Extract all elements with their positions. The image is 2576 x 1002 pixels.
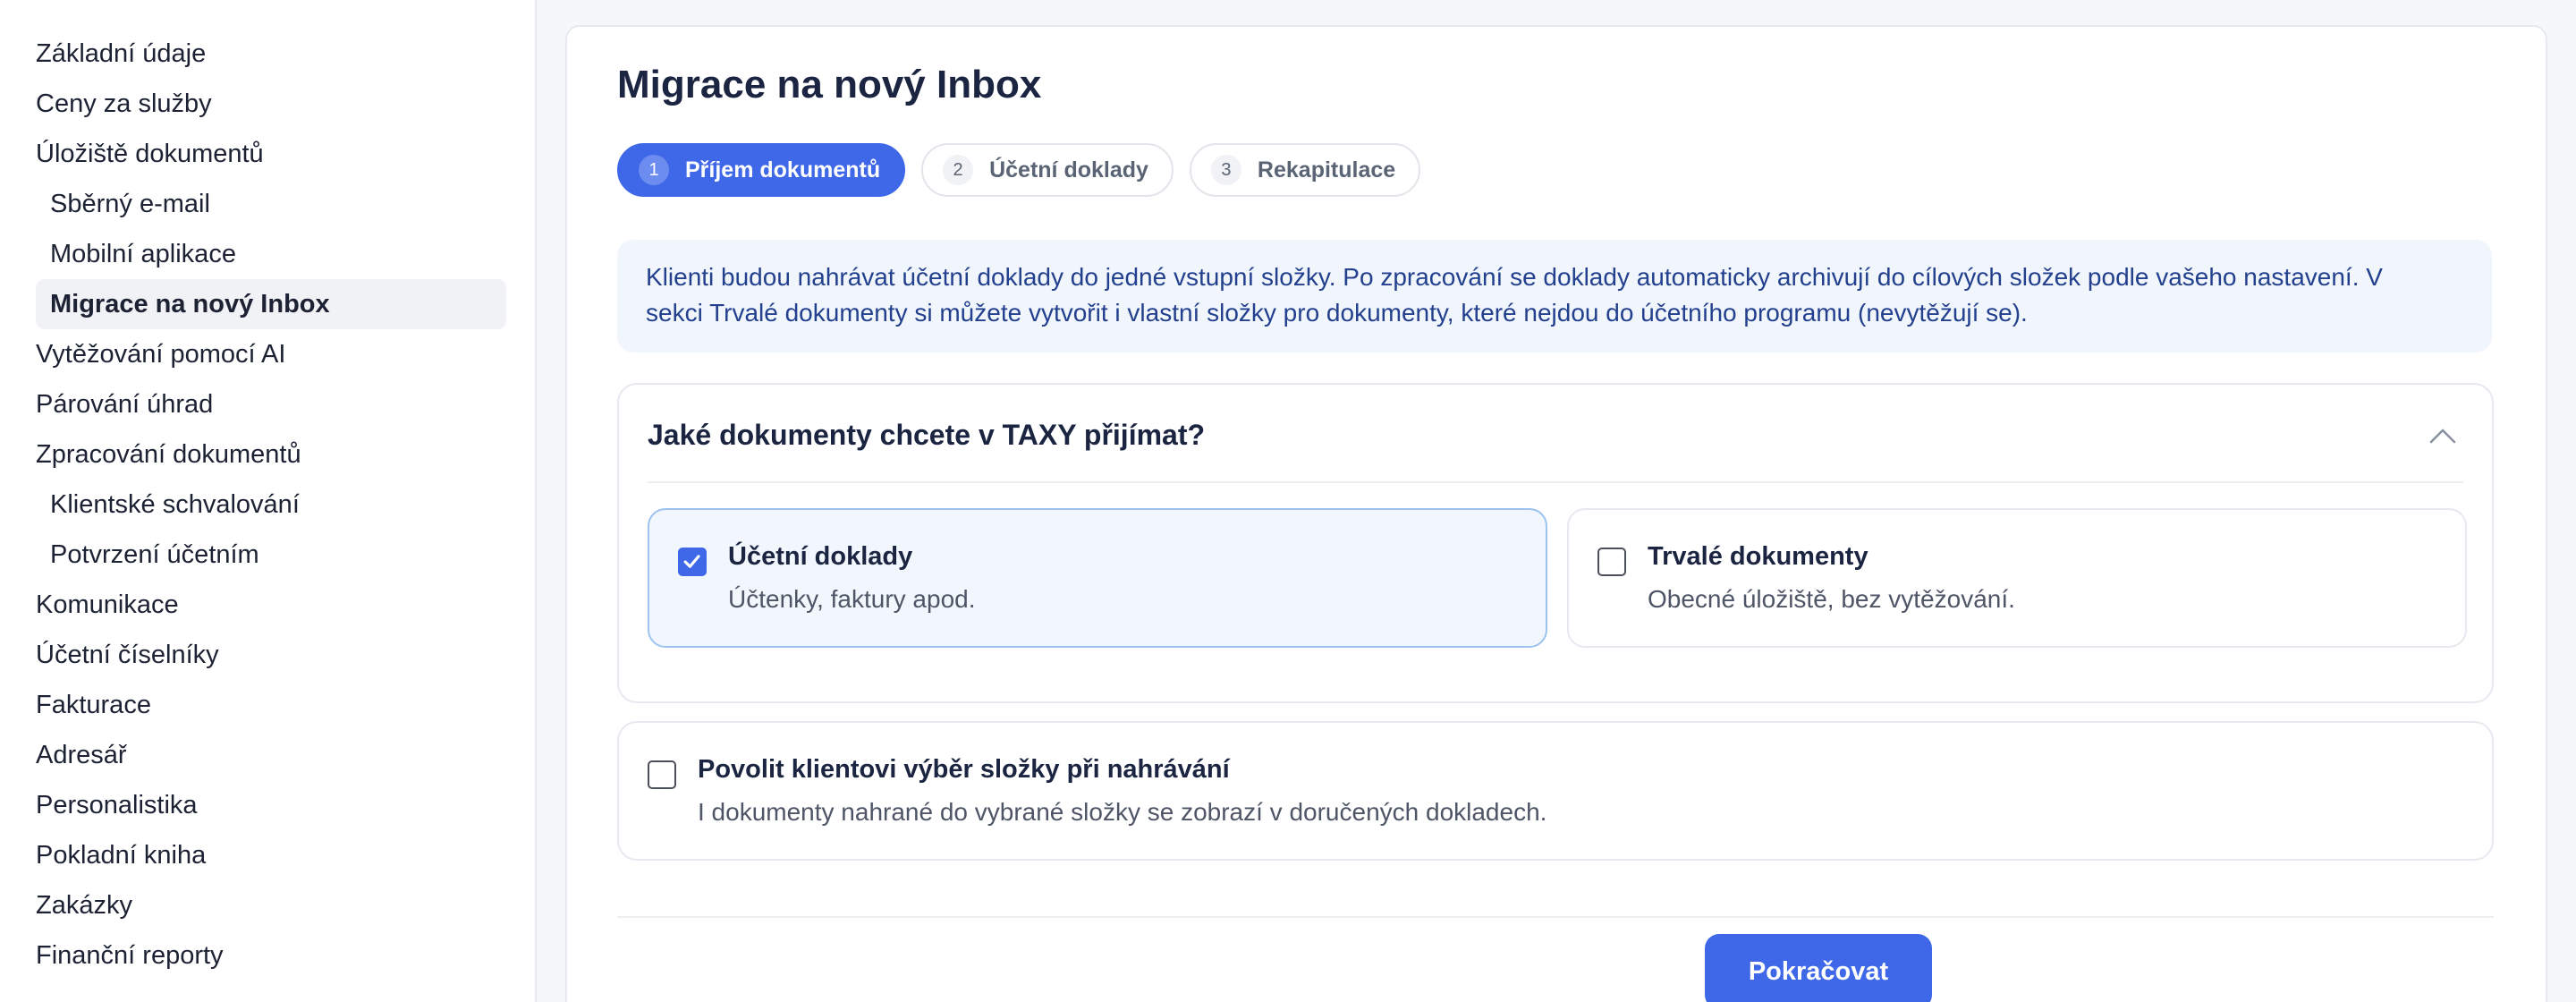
step-label: Příjem dokumentů <box>685 157 881 183</box>
info-text-line: sekci Trvalé dokumenty si můžete vytvoři… <box>646 299 2028 327</box>
step-number: 3 <box>1210 155 1241 185</box>
step-ucetni-doklady[interactable]: 2 Účetní doklady <box>921 143 1174 197</box>
sidebar-item-zpracovani-dokumentu[interactable]: Zpracování dokumentů <box>36 429 506 480</box>
sidebar-item-personalistika[interactable]: Personalistika <box>36 780 506 830</box>
sidebar-item-vytezovani-ai[interactable]: Vytěžování pomocí AI <box>36 329 506 379</box>
sidebar-item-migrace-inbox[interactable]: Migrace na nový Inbox <box>36 279 506 329</box>
sidebar-item-financni-reporty[interactable]: Finanční reporty <box>36 930 506 981</box>
sidebar-item-uloziste-dokumentu[interactable]: Úložiště dokumentů <box>36 129 506 179</box>
step-rekapitulace[interactable]: 3 Rekapitulace <box>1189 143 1421 197</box>
folder-selection-permission: Povolit klientovi výběr složky při nahrá… <box>617 721 2494 861</box>
sidebar-item-ucetni-ciselniky[interactable]: Účetní číselníky <box>36 630 506 680</box>
sidebar-item-fakturace[interactable]: Fakturace <box>36 680 506 730</box>
step-label: Účetní doklady <box>989 157 1148 183</box>
option-description: Účtenky, faktury apod. <box>728 585 976 613</box>
sidebar-item-mobilni-aplikace[interactable]: Mobilní aplikace <box>36 229 506 279</box>
document-types-section: Jaké dokumenty chcete v TAXY přijímat? Ú… <box>617 383 2494 703</box>
page-title: Migrace na nový Inbox <box>617 63 1042 106</box>
stepper: 1 Příjem dokumentů 2 Účetní doklady 3 Re… <box>617 143 1421 197</box>
sidebar-item-zakazky[interactable]: Zakázky <box>36 880 506 930</box>
sidebar-item-ceny-za-sluzby[interactable]: Ceny za služby <box>36 79 506 129</box>
step-label: Rekapitulace <box>1257 157 1396 183</box>
option-trvale-dokumenty[interactable]: Trvalé dokumenty Obecné úložiště, bez vy… <box>1567 508 2467 648</box>
section-title: Jaké dokumenty chcete v TAXY přijímat? <box>648 419 1206 451</box>
continue-button[interactable]: Pokračovat <box>1705 934 1932 1002</box>
checkbox-trvale-dokumenty[interactable] <box>1597 548 1626 576</box>
sidebar-item-sberny-email[interactable]: Sběrný e-mail <box>36 179 506 229</box>
option-title: Účetní doklady <box>728 542 913 571</box>
main-panel: Migrace na nový Inbox 1 Příjem dokumentů… <box>565 25 2547 1002</box>
divider <box>617 916 2494 918</box>
checkbox-ucetni-doklady[interactable] <box>678 548 707 576</box>
sidebar-item-klientske-schvalovani[interactable]: Klientské schvalování <box>36 480 506 530</box>
divider <box>648 481 2463 483</box>
option-description: Obecné úložiště, bez vytěžování. <box>1648 585 2015 613</box>
permission-title: Povolit klientovi výběr složky při nahrá… <box>698 755 1230 784</box>
info-box: Klienti budou nahrávat účetní doklady do… <box>617 240 2492 352</box>
option-title: Trvalé dokumenty <box>1648 542 1868 571</box>
sidebar-item-adresar[interactable]: Adresář <box>36 730 506 780</box>
sidebar-item-pokladni-kniha[interactable]: Pokladní kniha <box>36 830 506 880</box>
option-ucetni-doklady[interactable]: Účetní doklady Účtenky, faktury apod. <box>648 508 1547 648</box>
sidebar-item-potvrzeni-ucetnim[interactable]: Potvrzení účetním <box>36 530 506 580</box>
step-prijem-dokumentu[interactable]: 1 Příjem dokumentů <box>617 143 906 197</box>
sidebar: Základní údaje Ceny za služby Úložiště d… <box>0 0 537 1002</box>
permission-description: I dokumenty nahrané do vybrané složky se… <box>698 798 1547 826</box>
check-icon <box>683 555 700 568</box>
checkbox-folder-selection[interactable] <box>648 760 676 789</box>
sidebar-item-komunikace[interactable]: Komunikace <box>36 580 506 630</box>
sidebar-item-zakladni-udaje[interactable]: Základní údaje <box>36 29 506 79</box>
step-number: 2 <box>943 155 974 185</box>
sidebar-item-parovani-uhrad[interactable]: Párování úhrad <box>36 379 506 429</box>
chevron-up-icon[interactable] <box>2428 420 2458 451</box>
info-text-line: Klienti budou nahrávat účetní doklady do… <box>646 263 2383 291</box>
step-number: 1 <box>639 155 669 185</box>
